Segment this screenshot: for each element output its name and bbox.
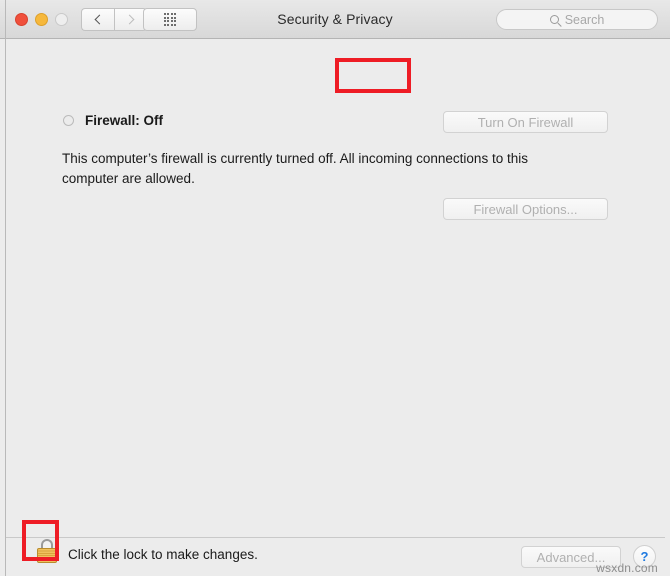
watermark: wsxdn.com (596, 561, 658, 575)
turn-on-firewall-button[interactable]: Turn On Firewall (443, 111, 608, 133)
firewall-pane: Firewall: Off Turn On Firewall This comp… (6, 39, 665, 537)
firewall-options-button[interactable]: Firewall Options... (443, 198, 608, 220)
search-icon (549, 15, 559, 24)
firewall-status-label: Firewall: Off (85, 113, 164, 128)
status-circle-off-icon (63, 115, 74, 126)
security-privacy-window: Security & Privacy Search General FileVa… (0, 0, 670, 576)
search-input[interactable]: Search (496, 9, 658, 30)
window-titlebar: Security & Privacy Search (0, 0, 670, 39)
firewall-status-row: Firewall: Off (63, 113, 163, 128)
lock-hint-text: Click the lock to make changes. (68, 547, 258, 562)
window-bottom-bar: Click the lock to make changes. Advanced… (6, 537, 665, 576)
lock-closed-icon (37, 539, 57, 563)
firewall-description: This computer’s firewall is currently tu… (62, 151, 528, 187)
search-placeholder: Search (564, 12, 605, 27)
turn-on-firewall-label: Turn On Firewall (477, 114, 574, 130)
lock-button[interactable] (26, 529, 68, 573)
